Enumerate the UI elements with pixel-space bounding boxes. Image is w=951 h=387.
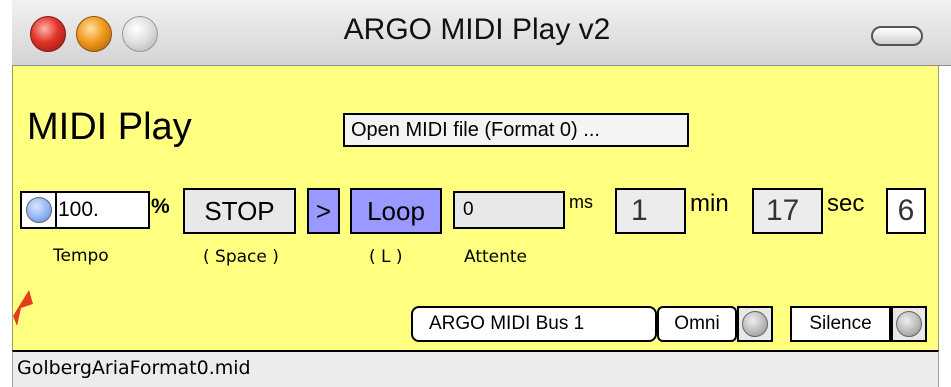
omni-led-frame (737, 306, 773, 342)
wait-caption: Attente (464, 247, 528, 267)
loop-shortcut-caption: ( L ) (369, 247, 403, 267)
tempo-divider (55, 193, 57, 227)
title-bar[interactable]: ARGO MIDI Play v2 (12, 0, 951, 66)
main-panel: MIDI Play Open MIDI file (Format 0) ... … (12, 66, 939, 350)
minimize-window-button[interactable] (76, 16, 112, 52)
tempo-value[interactable]: 100. (58, 193, 99, 227)
status-bar: GolbergAriaFormat0.mid (12, 350, 939, 387)
omni-led-icon (742, 311, 768, 337)
minutes-unit: min (690, 190, 729, 217)
stop-shortcut-caption: ( Space ) (203, 247, 279, 267)
tempo-dial-icon[interactable] (26, 197, 52, 223)
open-midi-file-button[interactable]: Open MIDI file (Format 0) ... (343, 113, 689, 147)
stop-button[interactable]: STOP (183, 188, 296, 234)
current-filename: GolbergAriaFormat0.mid (17, 357, 251, 379)
play-button[interactable]: > (307, 188, 340, 234)
window-title: ARGO MIDI Play v2 (343, 13, 611, 46)
tempo-unit: % (151, 195, 170, 218)
wait-unit: ms (569, 192, 593, 212)
seconds-display: 17 (752, 188, 823, 234)
toolbar-toggle-button[interactable] (871, 26, 923, 46)
page-title: MIDI Play (27, 106, 192, 148)
close-window-button[interactable] (30, 16, 66, 52)
wait-ms-field[interactable]: 0 (453, 191, 565, 229)
tempo-caption: Tempo (53, 246, 109, 266)
subdivision-display: 6 (886, 188, 926, 234)
tempo-number-box[interactable]: 100. (20, 191, 150, 229)
omni-button[interactable]: Omni (657, 306, 737, 342)
silence-button[interactable]: Silence (790, 306, 891, 342)
silence-led-icon (896, 311, 922, 337)
loop-button[interactable]: Loop (350, 188, 442, 234)
zoom-window-button[interactable] (122, 16, 158, 52)
arrow-pointer-icon (13, 290, 33, 326)
silence-led-frame (891, 306, 927, 342)
midi-bus-select[interactable]: ARGO MIDI Bus 1 (411, 306, 657, 342)
app-window: ARGO MIDI Play v2 MIDI Play Open MIDI fi… (0, 0, 951, 387)
seconds-unit: sec (827, 190, 865, 217)
minutes-display: 1 (615, 188, 686, 234)
